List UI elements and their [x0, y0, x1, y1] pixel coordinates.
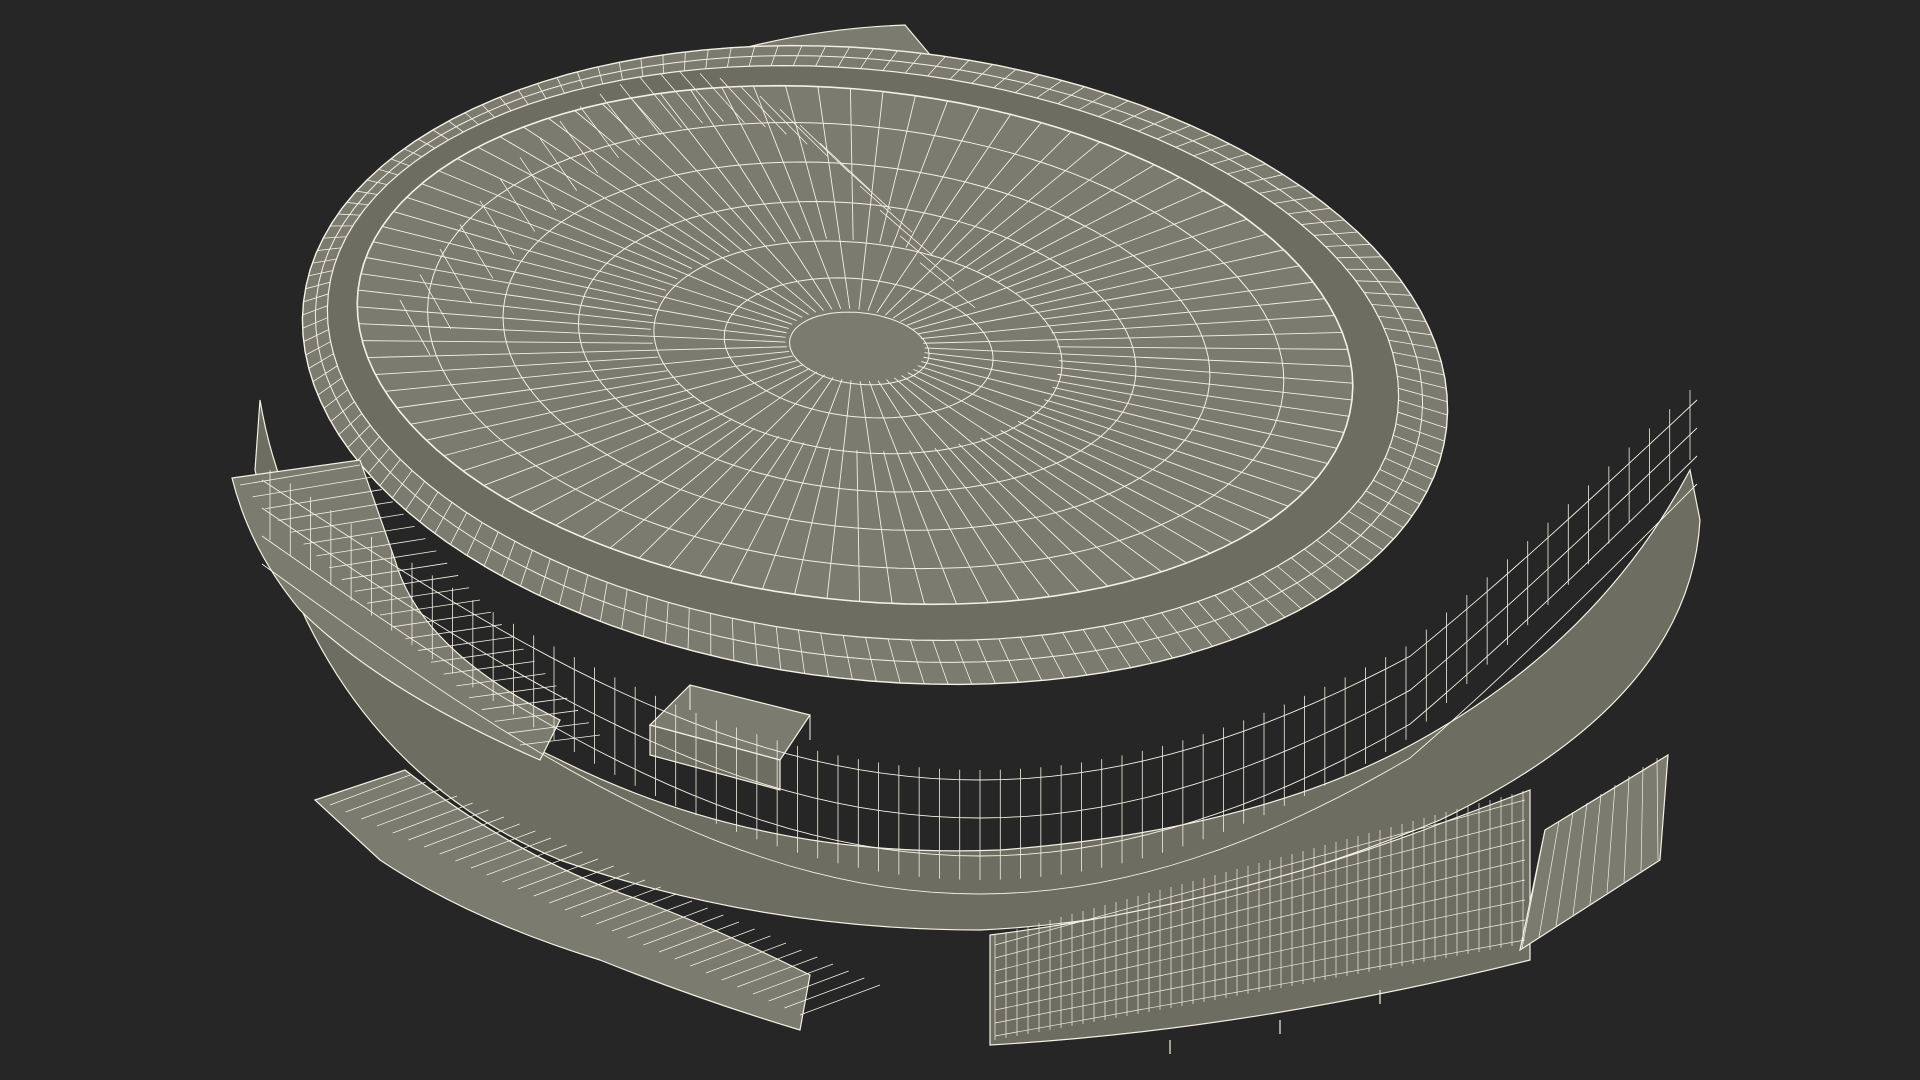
arena-wireframe-model [231, 24, 1701, 1054]
viewport-background [0, 0, 1920, 1080]
right-fin-panel [1519, 753, 1669, 952]
arena-solid-surfaces [231, 24, 1701, 1046]
